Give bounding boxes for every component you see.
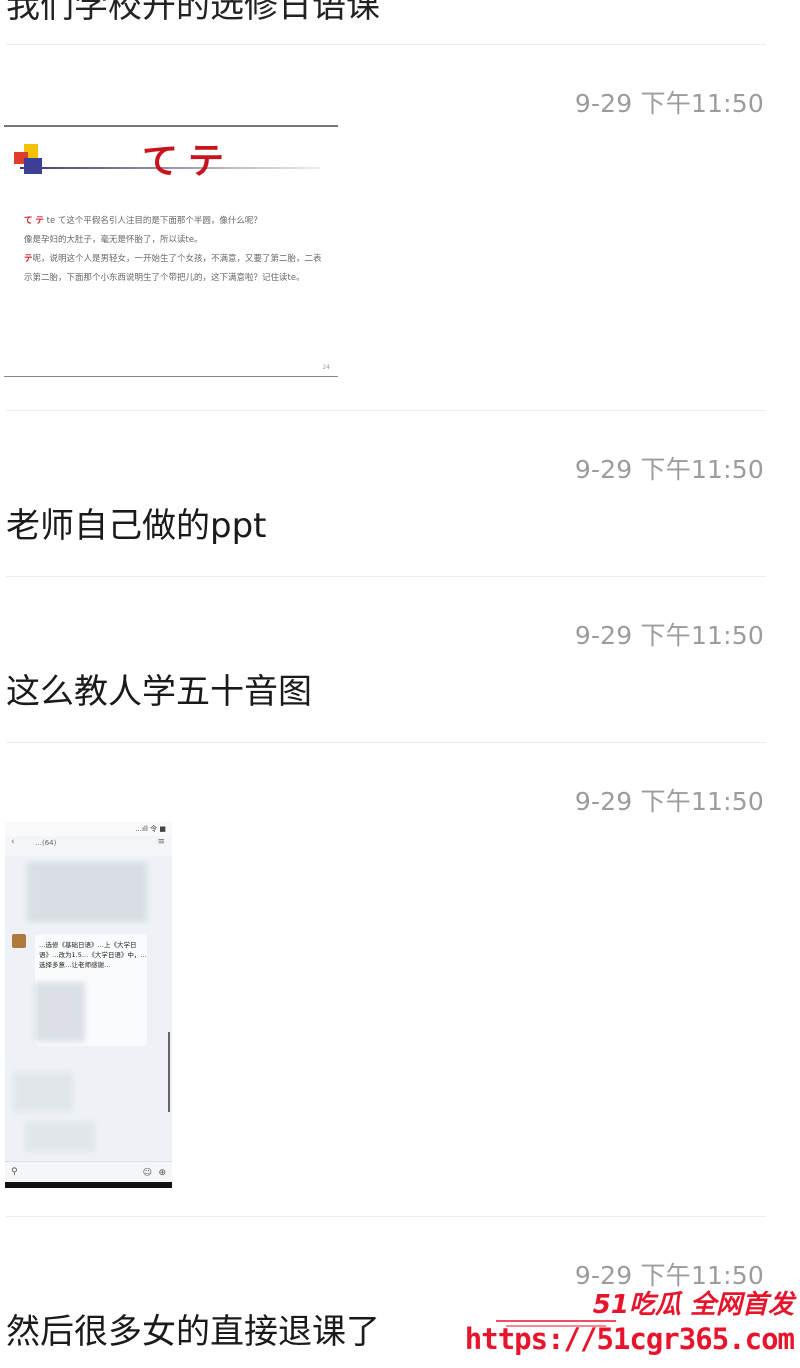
chat-bubble-text: …选修《基础日语》…上《大学日语》…改为1.5…《大学日语》中，…选择多意…让老… bbox=[39, 941, 147, 969]
message-timestamp: 9-29 下午11:50 bbox=[574, 787, 764, 816]
divider bbox=[6, 44, 766, 45]
voice-icon: ⚲ bbox=[11, 1167, 18, 1177]
watermark-brand: 51吃瓜 全网首发 bbox=[592, 1290, 794, 1320]
slide-line: te て这个平假名引人注目的是下面那个半圆，像什么呢？ bbox=[43, 216, 262, 226]
blurred-content bbox=[27, 862, 147, 922]
watermark-url: https://51cgr365.com bbox=[464, 1322, 795, 1356]
message-timestamp: 9-29 下午11:50 bbox=[574, 621, 764, 650]
back-icon: ‹ bbox=[11, 837, 15, 847]
avatar bbox=[12, 934, 26, 948]
menu-icon: ≡ bbox=[157, 837, 165, 847]
chat-screenshot-image[interactable]: …ıll 令 ■ ‹ …(64) ≡ …选修《基础日语》…上《大学日语》…改为1… bbox=[5, 822, 172, 1188]
slide-rule bbox=[4, 125, 338, 127]
chat-nav-bar bbox=[5, 836, 172, 856]
blurred-content bbox=[35, 982, 85, 1042]
watermark: 51吃瓜 全网首发 https://51cgr365.com bbox=[465, 1278, 796, 1368]
message-text[interactable]: 这么教人学五十音图 bbox=[6, 664, 312, 713]
divider bbox=[6, 410, 766, 411]
divider bbox=[6, 742, 766, 743]
top-partial-message: 我们学校开的选修日语课 bbox=[6, 0, 380, 26]
slide-kana-highlight: テ bbox=[24, 254, 33, 264]
plus-icon: ⊕ bbox=[158, 1168, 166, 1178]
decor-square bbox=[24, 158, 42, 174]
status-icons: …ıll 令 ■ bbox=[135, 825, 166, 833]
divider bbox=[6, 1216, 766, 1217]
message-timestamp: 9-29 下午11:50 bbox=[574, 455, 764, 484]
slide-kana-highlight: て テ bbox=[24, 216, 44, 226]
slide-rule bbox=[4, 376, 338, 377]
slide-image[interactable]: てテ て テ te て这个平假名引人注目的是下面那个半圆，像什么呢？ 像是孕妇的… bbox=[4, 118, 340, 382]
scrollbar bbox=[168, 1032, 170, 1112]
emoji-icon: ☺ bbox=[142, 1168, 152, 1178]
slide-line: 像是孕妇的大肚子，毫无是怀胎了，所以读te。 bbox=[24, 235, 203, 245]
message-timestamp: 9-29 下午11:50 bbox=[574, 89, 764, 118]
divider bbox=[6, 576, 766, 577]
slide-body: て テ te て这个平假名引人注目的是下面那个半圆，像什么呢？ 像是孕妇的大肚子… bbox=[24, 212, 330, 288]
chat-title: …(64) bbox=[35, 839, 57, 847]
blurred-content bbox=[13, 1072, 73, 1112]
slide-line: 呢，说明这个人是男轻女，一开始生了个女孩，不满意，又要了第二胎，二表示第二胎，下… bbox=[24, 254, 322, 283]
slide-page-number: 24 bbox=[322, 364, 330, 371]
slide-title: てテ bbox=[142, 141, 235, 182]
message-text[interactable]: 老师自己做的ppt bbox=[6, 498, 267, 547]
message-text[interactable]: 然后很多女的直接退课了 bbox=[6, 1304, 380, 1353]
blurred-content bbox=[25, 1122, 95, 1152]
